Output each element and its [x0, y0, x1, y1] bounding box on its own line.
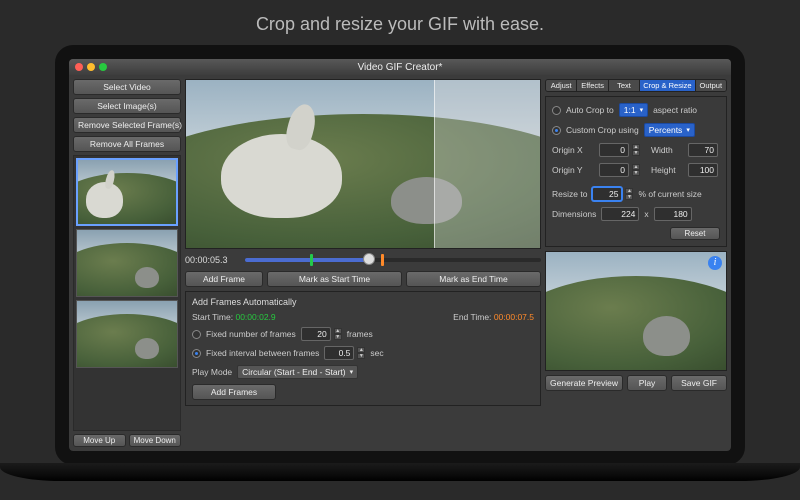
- dimensions-height[interactable]: 180: [654, 207, 692, 221]
- frame-thumbnail[interactable]: [76, 300, 178, 368]
- play-button[interactable]: Play: [627, 375, 667, 391]
- timeline: 00:00:05.3: [185, 253, 541, 267]
- info-icon[interactable]: i: [708, 256, 722, 270]
- chevron-down-icon: ▾: [640, 106, 644, 114]
- titlebar: Video GIF Creator*: [69, 59, 731, 75]
- laptop-base: [0, 463, 800, 481]
- origin-x-input[interactable]: 0: [599, 143, 629, 157]
- window-title: Video GIF Creator*: [69, 62, 731, 73]
- start-marker-icon[interactable]: [310, 254, 313, 266]
- dimensions-x: x: [644, 209, 648, 219]
- start-time-value: 00:00:02.9: [235, 312, 275, 322]
- content-area: Select Video Select Image(s) Remove Sele…: [69, 75, 731, 451]
- playmode-select[interactable]: Circular (Start - End - Start)▾: [237, 365, 358, 379]
- dimensions-width[interactable]: 224: [601, 207, 639, 221]
- playhead-knob[interactable]: [363, 253, 375, 265]
- width-input[interactable]: 70: [688, 143, 718, 157]
- aspect-ratio-suffix: aspect ratio: [653, 105, 697, 115]
- center-column: 00:00:05.3 Add Frame Mark as Start Time …: [185, 79, 541, 447]
- remove-selected-button[interactable]: Remove Selected Frame(s): [73, 117, 181, 133]
- hero-caption: Crop and resize your GIF with ease.: [0, 0, 800, 45]
- fixed-interval-radio[interactable]: [192, 349, 201, 358]
- fixed-count-stepper[interactable]: ▲▼: [334, 328, 342, 340]
- remove-all-button[interactable]: Remove All Frames: [73, 136, 181, 152]
- add-frame-button[interactable]: Add Frame: [185, 271, 263, 287]
- end-time-value: 00:00:07.5: [494, 312, 534, 322]
- frame-thumbnail[interactable]: [76, 158, 178, 226]
- reset-button[interactable]: Reset: [670, 227, 720, 240]
- save-gif-button[interactable]: Save GIF: [671, 375, 727, 391]
- dimensions-label: Dimensions: [552, 209, 596, 219]
- mark-start-button[interactable]: Mark as Start Time: [267, 271, 402, 287]
- move-up-button[interactable]: Move Up: [73, 434, 126, 447]
- height-label: Height: [651, 165, 683, 175]
- chevron-down-icon: ▾: [350, 368, 354, 376]
- fixed-count-input[interactable]: 20: [301, 327, 331, 341]
- add-frames-button[interactable]: Add Frames: [192, 384, 276, 400]
- origin-y-stepper[interactable]: ▲▼: [632, 164, 640, 176]
- auto-crop-label: Auto Crop to: [566, 105, 614, 115]
- resize-label: Resize to: [552, 189, 587, 199]
- end-marker-icon[interactable]: [381, 254, 384, 266]
- sec-unit: sec: [370, 348, 383, 358]
- tab-crop-resize[interactable]: Crop & Resize: [640, 80, 695, 91]
- origin-y-label: Origin Y: [552, 165, 594, 175]
- crop-units-select[interactable]: Percents▾: [644, 123, 695, 137]
- sidebar: Select Video Select Image(s) Remove Sele…: [73, 79, 181, 447]
- select-images-button[interactable]: Select Image(s): [73, 98, 181, 114]
- timeline-slider[interactable]: [245, 258, 541, 262]
- mark-end-button[interactable]: Mark as End Time: [406, 271, 541, 287]
- move-down-button[interactable]: Move Down: [129, 434, 182, 447]
- output-preview: i: [545, 251, 727, 371]
- main-preview[interactable]: [185, 79, 541, 249]
- custom-crop-label: Custom Crop using: [566, 125, 639, 135]
- tab-bar: Adjust Effects Text Crop & Resize Output: [545, 79, 727, 92]
- resize-stepper[interactable]: ▲▼: [625, 188, 633, 200]
- right-column: Adjust Effects Text Crop & Resize Output…: [545, 79, 727, 447]
- laptop-screen: Video GIF Creator* Select Video Select I…: [55, 45, 745, 465]
- crop-overlay[interactable]: [434, 80, 540, 248]
- crop-resize-panel: Auto Crop to 1:1▾ aspect ratio Custom Cr…: [545, 96, 727, 247]
- frames-unit: frames: [347, 329, 373, 339]
- tab-output[interactable]: Output: [696, 80, 726, 91]
- end-time-label: End Time:: [453, 312, 491, 322]
- tab-effects[interactable]: Effects: [577, 80, 608, 91]
- generate-preview-button[interactable]: Generate Preview: [545, 375, 623, 391]
- origin-x-stepper[interactable]: ▲▼: [632, 144, 640, 156]
- resize-suffix: % of current size: [638, 189, 701, 199]
- fixed-interval-label: Fixed interval between frames: [206, 348, 319, 358]
- current-time: 00:00:05.3: [185, 255, 239, 265]
- aspect-ratio-select[interactable]: 1:1▾: [619, 103, 648, 117]
- fixed-interval-input[interactable]: 0.5: [324, 346, 354, 360]
- auto-frames-title: Add Frames Automatically: [192, 297, 534, 307]
- playmode-label: Play Mode: [192, 367, 232, 377]
- auto-frames-panel: Add Frames Automatically Start Time: 00:…: [185, 291, 541, 406]
- tab-text[interactable]: Text: [609, 80, 640, 91]
- tab-adjust[interactable]: Adjust: [546, 80, 577, 91]
- width-label: Width: [651, 145, 683, 155]
- custom-crop-radio[interactable]: [552, 126, 561, 135]
- origin-x-label: Origin X: [552, 145, 594, 155]
- origin-y-input[interactable]: 0: [599, 163, 629, 177]
- fixed-count-label: Fixed number of frames: [206, 329, 296, 339]
- select-video-button[interactable]: Select Video: [73, 79, 181, 95]
- height-input[interactable]: 100: [688, 163, 718, 177]
- fixed-count-radio[interactable]: [192, 330, 201, 339]
- app-window: Video GIF Creator* Select Video Select I…: [69, 59, 731, 451]
- resize-input[interactable]: 25: [592, 187, 622, 201]
- auto-crop-radio[interactable]: [552, 106, 561, 115]
- fixed-interval-stepper[interactable]: ▲▼: [357, 347, 365, 359]
- frame-thumbnail-list[interactable]: [73, 155, 181, 431]
- frame-thumbnail[interactable]: [76, 229, 178, 297]
- chevron-down-icon: ▾: [686, 126, 690, 134]
- start-time-label: Start Time:: [192, 312, 233, 322]
